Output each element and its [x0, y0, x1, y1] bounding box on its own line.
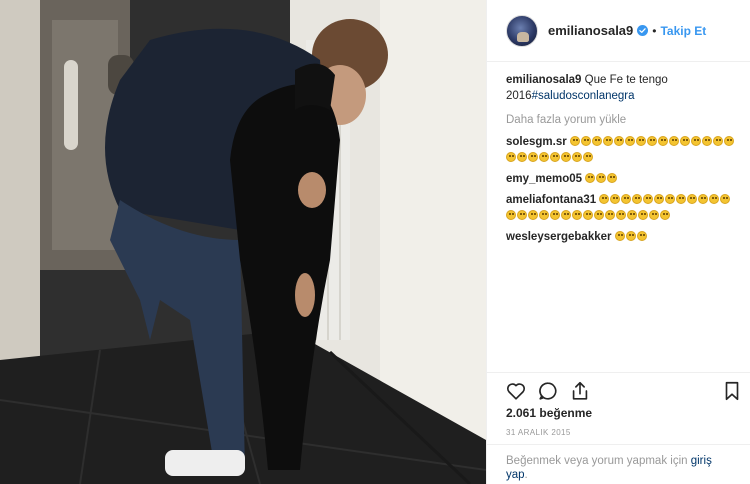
comments-section: emilianosala9 Que Fe te tengo 2016#salud…: [506, 72, 742, 250]
crying-face-emoji-icon: [635, 136, 646, 146]
load-more-comments-button[interactable]: Daha fazla yorum yükle: [506, 112, 742, 128]
smiling-face-emoji-icon: [585, 173, 596, 183]
crying-face-emoji-icon: [602, 136, 613, 146]
comment-item: ameliafontana31: [506, 192, 742, 224]
crying-face-emoji-icon: [506, 152, 516, 162]
crying-face-emoji-icon: [550, 152, 560, 162]
crying-face-emoji-icon: [679, 136, 690, 146]
action-bar: [487, 372, 750, 408]
smiling-face-emoji-icon: [660, 210, 670, 220]
comment-username[interactable]: wesleysergebakker: [506, 231, 612, 243]
follow-button[interactable]: Takip Et: [660, 24, 706, 38]
header-username[interactable]: emilianosala9: [548, 23, 633, 38]
crying-face-emoji-icon: [583, 152, 593, 162]
post-sidebar: emilianosala9 • Takip Et emilianosala9 Q…: [486, 0, 750, 484]
photo-illustration: [0, 0, 486, 484]
comment-username[interactable]: ameliafontana31: [506, 194, 596, 206]
crying-face-emoji-icon: [561, 152, 571, 162]
comment-item: solesgm.sr: [506, 134, 742, 166]
comment-item: wesleysergebakker: [506, 229, 742, 245]
crying-face-emoji-icon: [712, 136, 723, 146]
smiling-face-emoji-icon: [599, 194, 610, 204]
crying-face-emoji-icon: [624, 136, 635, 146]
smiling-face-emoji-icon: [676, 194, 687, 204]
smiling-face-emoji-icon: [561, 210, 571, 220]
bookmark-icon[interactable]: [721, 380, 743, 402]
crying-face-emoji-icon: [657, 136, 668, 146]
crying-face-emoji-icon: [580, 136, 591, 146]
smiling-face-emoji-icon: [528, 210, 538, 220]
smiling-face-emoji-icon: [687, 194, 698, 204]
smiling-face-emoji-icon: [649, 210, 659, 220]
comment-item: emy_memo05: [506, 171, 742, 187]
login-prompt: Beğenmek veya yorum yapmak için giriş ya…: [487, 444, 750, 484]
comment-emojis: [614, 231, 648, 243]
crying-face-emoji-icon: [636, 231, 647, 241]
smiling-face-emoji-icon: [517, 210, 527, 220]
crying-face-emoji-icon: [723, 136, 734, 146]
smiling-face-emoji-icon: [594, 210, 604, 220]
post-photo[interactable]: [0, 0, 486, 484]
crying-face-emoji-icon: [690, 136, 701, 146]
crying-face-emoji-icon: [646, 136, 657, 146]
post-header: emilianosala9 • Takip Et: [487, 0, 750, 62]
smiling-face-emoji-icon: [665, 194, 676, 204]
comment-username[interactable]: solesgm.sr: [506, 136, 567, 148]
crying-face-emoji-icon: [591, 136, 602, 146]
post-date: 31 ARALIK 2015: [506, 428, 571, 437]
crying-face-emoji-icon: [528, 152, 538, 162]
smiling-face-emoji-icon: [616, 210, 626, 220]
smiling-face-emoji-icon: [621, 194, 632, 204]
smiling-face-emoji-icon: [698, 194, 709, 204]
heart-icon[interactable]: [505, 380, 527, 402]
comment-icon[interactable]: [537, 380, 559, 402]
caption: emilianosala9 Que Fe te tengo 2016#salud…: [506, 72, 742, 104]
crying-face-emoji-icon: [613, 136, 624, 146]
comment-emojis: [585, 173, 618, 185]
smiling-face-emoji-icon: [632, 194, 643, 204]
comment-username[interactable]: emy_memo05: [506, 173, 582, 185]
smiling-face-emoji-icon: [596, 173, 607, 183]
smiling-face-emoji-icon: [720, 194, 731, 204]
avatar[interactable]: [506, 14, 538, 47]
smiling-face-emoji-icon: [709, 194, 720, 204]
smiling-face-emoji-icon: [539, 210, 549, 220]
smiling-face-emoji-icon: [654, 194, 665, 204]
crying-face-emoji-icon: [569, 136, 580, 146]
crying-face-emoji-icon: [517, 152, 527, 162]
crying-face-emoji-icon: [625, 231, 636, 241]
crying-face-emoji-icon: [539, 152, 549, 162]
login-prompt-end: .: [524, 469, 528, 481]
smiling-face-emoji-icon: [572, 210, 582, 220]
smiling-face-emoji-icon: [638, 210, 648, 220]
smiling-face-emoji-icon: [583, 210, 593, 220]
crying-face-emoji-icon: [572, 152, 582, 162]
caption-username[interactable]: emilianosala9: [506, 74, 581, 86]
smiling-face-emoji-icon: [550, 210, 560, 220]
smiling-face-emoji-icon: [627, 210, 637, 220]
login-prompt-text: Beğenmek veya yorum yapmak için: [506, 455, 688, 467]
smiling-face-emoji-icon: [643, 194, 654, 204]
smiling-face-emoji-icon: [506, 210, 516, 220]
share-icon[interactable]: [569, 380, 591, 402]
crying-face-emoji-icon: [701, 136, 712, 146]
likes-count[interactable]: 2.061 beğenme: [506, 406, 592, 420]
caption-hashtag[interactable]: #saludosconlanegra: [532, 90, 635, 102]
crying-face-emoji-icon: [614, 231, 625, 241]
verified-badge-icon: [637, 25, 649, 36]
separator-dot: •: [652, 23, 657, 38]
crying-face-emoji-icon: [668, 136, 679, 146]
smiling-face-emoji-icon: [607, 173, 618, 183]
smiling-face-emoji-icon: [610, 194, 621, 204]
smiling-face-emoji-icon: [605, 210, 615, 220]
